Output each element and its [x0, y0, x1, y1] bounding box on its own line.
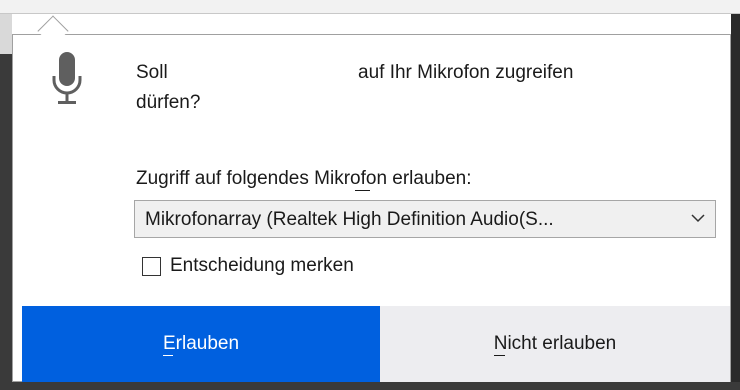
microphone-icon — [52, 52, 82, 104]
prompt-text-start: Soll — [136, 62, 168, 83]
access-key-underline — [355, 190, 370, 191]
remember-decision-label[interactable]: Entscheidung merken — [170, 255, 354, 277]
microphone-select-value: Mikrofonarray (Realtek High Definition A… — [145, 209, 554, 230]
deny-button-label: Nicht erlauben — [493, 333, 617, 356]
chevron-down-icon — [691, 214, 705, 223]
prompt-text-line2: dürfen? — [136, 92, 201, 113]
background-page-bottom — [0, 382, 740, 390]
deny-button[interactable]: Nicht erlauben — [380, 306, 730, 382]
microphone-select-label: Zugriff auf folgendes Mikrofon erlauben: — [136, 168, 472, 191]
background-page-left-top — [0, 14, 12, 54]
background-page-right — [731, 14, 740, 390]
microphone-select[interactable]: Mikrofonarray (Realtek High Definition A… — [134, 200, 716, 238]
remember-decision-checkbox[interactable] — [142, 257, 161, 276]
background-divider — [0, 13, 740, 14]
microphone-select-label-text: Zugriff auf folgendes Mikrofon erlauben: — [136, 168, 472, 189]
prompt-text-end: auf Ihr Mikrofon zugreifen — [358, 62, 574, 83]
background-page-top — [0, 0, 740, 14]
allow-button[interactable]: Erlauben — [22, 306, 380, 382]
background-page-left — [0, 14, 12, 390]
allow-button-label: Erlauben — [162, 333, 240, 356]
